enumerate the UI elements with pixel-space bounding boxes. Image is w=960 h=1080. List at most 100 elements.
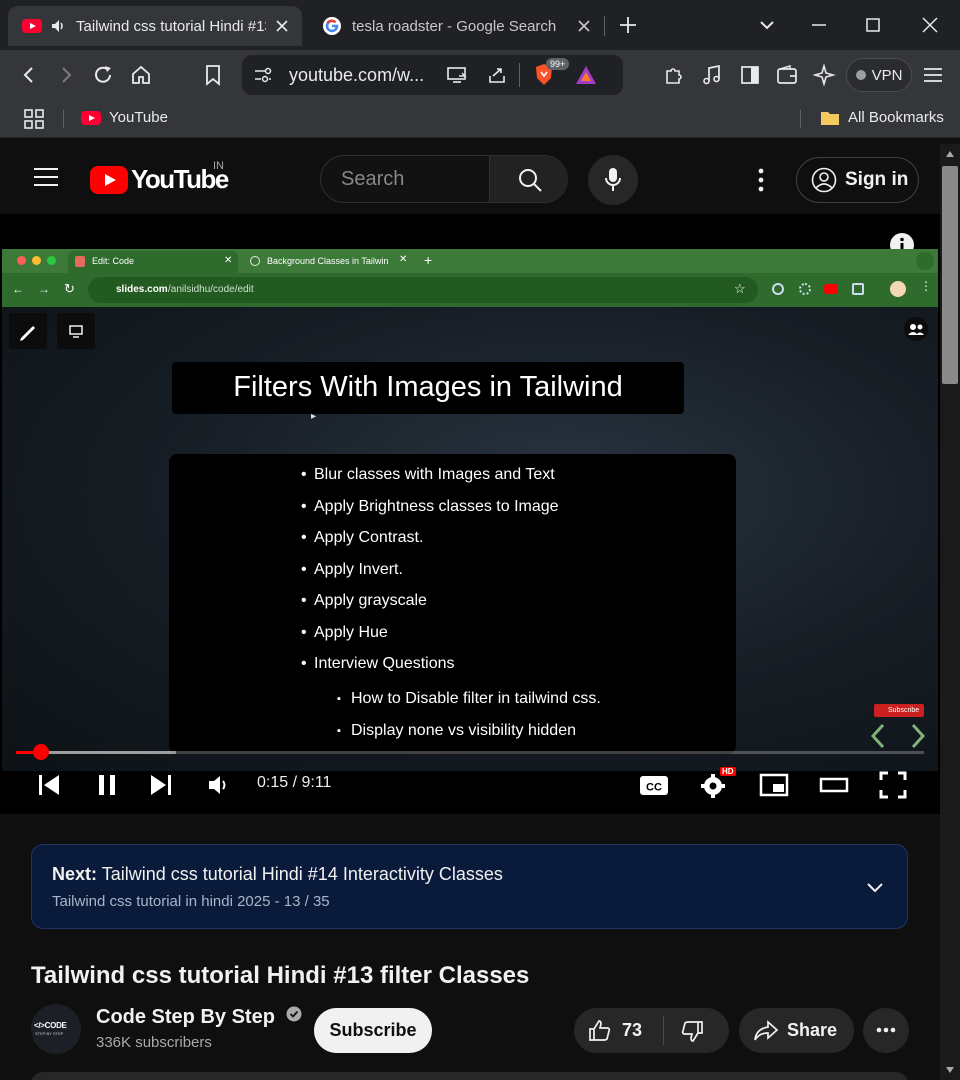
settings-more-vert-icon[interactable] — [757, 168, 765, 192]
sidebar-toggle-icon[interactable] — [738, 63, 762, 87]
channel-name[interactable]: Code Step By Step — [96, 1006, 302, 1029]
playlist-info: Tailwind css tutorial in hindi 2025 - 13… — [52, 893, 330, 910]
omnibox-divider — [519, 63, 520, 87]
slide-bullet: Blur classes with Images and Text — [301, 466, 555, 484]
expand-chevron-down-icon[interactable] — [865, 877, 885, 897]
voice-search-button[interactable] — [588, 155, 638, 205]
slide-canvas: Filters With Images in Tailwind ▸ Blur c… — [2, 307, 938, 771]
tab-google-search[interactable]: tesla roadster - Google Search — [310, 6, 604, 46]
vpn-button[interactable]: VPN — [846, 58, 912, 92]
recorded-star-icon: ☆ — [734, 281, 746, 296]
close-tab-icon[interactable] — [274, 18, 290, 34]
subscribe-watermark[interactable]: Subscribe — [874, 704, 924, 717]
pen-tool-icon — [9, 313, 47, 349]
tab-search-chevron-down-icon[interactable] — [756, 14, 778, 36]
reload-icon[interactable] — [91, 63, 115, 87]
next-icon[interactable] — [146, 770, 176, 800]
subscribe-button[interactable]: Subscribe — [314, 1008, 432, 1053]
region-code: IN — [213, 160, 224, 172]
share-label: Share — [787, 1020, 838, 1040]
thumbs-up-icon — [588, 1019, 612, 1043]
wallet-icon[interactable] — [775, 63, 799, 87]
next-video-title[interactable]: Tailwind css tutorial Hindi #14 Interact… — [102, 864, 503, 884]
youtube-logo-icon — [90, 165, 128, 194]
youtube-logo[interactable]: YouTube — [90, 164, 229, 195]
like-count: 73 — [622, 1020, 643, 1040]
brave-badge: 99+ — [546, 58, 570, 70]
close-tab-icon[interactable] — [576, 18, 592, 34]
collaborators-icon — [904, 317, 928, 341]
all-bookmarks-folder[interactable]: All Bookmarks — [820, 109, 944, 126]
volume-icon[interactable] — [204, 770, 234, 800]
forward-icon[interactable] — [54, 63, 78, 87]
share-page-icon[interactable] — [486, 64, 508, 86]
more-actions-button[interactable] — [863, 1008, 909, 1053]
close-window-icon[interactable] — [919, 14, 941, 36]
recorded-close-icon: ✕ — [224, 255, 233, 266]
site-settings-icon[interactable] — [252, 64, 274, 86]
extensions-puzzle-icon[interactable] — [662, 63, 686, 87]
account-circle-icon — [811, 167, 837, 193]
miniplayer-icon[interactable] — [759, 770, 789, 800]
bookmark-youtube[interactable]: YouTube — [81, 109, 168, 126]
guide-menu-icon[interactable] — [33, 166, 59, 188]
folder-icon — [820, 110, 840, 126]
page-scrollbar[interactable] — [940, 144, 960, 1080]
subscriber-count: 336K subscribers — [96, 1034, 212, 1051]
recorded-address-bar: ← → ↻ slides.com /anilsidhu/code/edit ☆ … — [2, 273, 938, 307]
previous-icon[interactable] — [34, 770, 64, 800]
recorded-new-tab-icon: + — [424, 252, 433, 268]
tab-title: Tailwind css tutorial Hindi #13 filter C… — [76, 17, 266, 35]
new-tab-plus-icon[interactable] — [618, 15, 638, 35]
minimize-icon[interactable] — [808, 14, 830, 36]
youtube-favicon-icon — [81, 110, 101, 125]
recorded-reload-icon: ↻ — [64, 281, 75, 296]
url-text: youtube.com/w... — [289, 65, 425, 85]
video-player[interactable]: Edit: Code ✕ Background Classes in Tailw… — [0, 214, 940, 814]
channel-avatar[interactable]: </>CODE STEP BY STEP — [31, 1004, 81, 1054]
playlist-next-card[interactable]: Next: Tailwind css tutorial Hindi #14 In… — [31, 844, 908, 929]
share-button[interactable]: Share — [739, 1008, 854, 1053]
slides-favicon-icon — [75, 256, 85, 267]
description-box[interactable] — [31, 1072, 908, 1080]
search-input[interactable]: Search — [341, 168, 404, 191]
back-icon[interactable] — [17, 63, 41, 87]
cast-icon[interactable] — [445, 64, 469, 86]
pause-icon[interactable] — [92, 770, 122, 800]
recorded-youtube-icon — [824, 284, 838, 294]
brave-rewards-icon[interactable] — [574, 64, 598, 86]
avatar-subtext: STEP BY STEP — [35, 1031, 64, 1036]
slide-bullet: Apply Contrast. — [301, 529, 423, 547]
leo-ai-sparkle-icon[interactable] — [813, 63, 837, 87]
recorded-puzzle-icon — [852, 283, 864, 295]
media-music-note-icon[interactable] — [700, 63, 724, 87]
search-button[interactable] — [489, 156, 568, 202]
fullscreen-icon[interactable] — [878, 770, 908, 800]
recorded-back-icon: ← — [12, 282, 24, 296]
bookmark-icon[interactable] — [201, 63, 225, 87]
all-bookmarks-label: All Bookmarks — [848, 109, 944, 126]
address-bar[interactable]: youtube.com/w... 99+ — [242, 55, 623, 95]
slide-sub-bullet: Display none vs visibility hidden — [337, 722, 576, 740]
sign-in-button[interactable]: Sign in — [796, 157, 919, 203]
scroll-down-arrow-icon[interactable] — [945, 1066, 955, 1074]
closed-captions-icon[interactable]: CC — [639, 770, 669, 800]
tab-youtube[interactable]: Tailwind css tutorial Hindi #13 filter C… — [8, 6, 302, 46]
dislike-button[interactable] — [680, 1018, 706, 1044]
maximize-icon[interactable] — [862, 14, 884, 36]
search-box[interactable]: Search — [320, 155, 568, 203]
recorded-browser-tabs: Edit: Code ✕ Background Classes in Tailw… — [2, 249, 938, 273]
progress-scrubber-handle[interactable] — [33, 744, 49, 760]
progress-bar[interactable] — [16, 744, 924, 760]
apps-grid-icon[interactable] — [24, 109, 44, 129]
scrollbar-thumb[interactable] — [942, 166, 958, 384]
theater-mode-icon[interactable] — [819, 770, 849, 800]
next-prefix: Next: — [52, 864, 98, 884]
bookmark-divider — [800, 110, 801, 128]
scroll-up-arrow-icon[interactable] — [945, 150, 955, 158]
home-icon[interactable] — [129, 63, 153, 87]
menu-hamburger-icon[interactable] — [921, 63, 945, 87]
speaker-icon[interactable] — [50, 18, 66, 34]
like-button[interactable]: 73 — [574, 1008, 663, 1053]
traffic-light-close-icon — [17, 256, 26, 265]
